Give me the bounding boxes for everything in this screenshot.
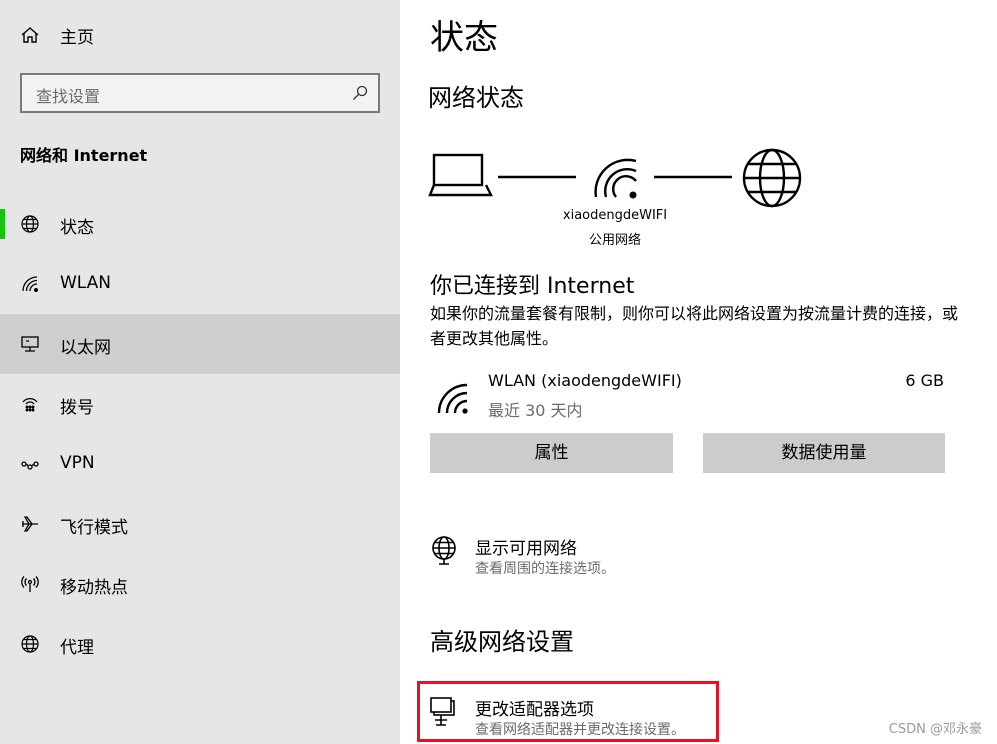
advanced-settings-heading: 高级网络设置 [430, 628, 574, 656]
watermark: CSDN @邓永豪 [888, 722, 982, 737]
connection-name: WLAN (xiaodengdeWIFI) [488, 371, 682, 390]
change-adapter-options-link[interactable]: 更改适配器选项 [475, 695, 594, 720]
internet-globe-icon [742, 148, 802, 208]
hotspot-icon [21, 576, 39, 592]
sidebar-item-label: 拨号 [60, 398, 94, 418]
sidebar-item-airplane-mode[interactable]: 飞行模式 [0, 494, 400, 554]
sidebar-item-status[interactable]: 状态 [0, 194, 400, 254]
connection-usage: 6 GB [905, 371, 944, 390]
sidebar-item-ethernet[interactable]: 以太网 [0, 314, 400, 374]
airplane-icon [22, 516, 38, 532]
ethernet-icon [21, 336, 39, 352]
sidebar-item-label: VPN [60, 453, 95, 473]
laptop-icon [428, 153, 493, 197]
sidebar-item-label: 移动热点 [60, 578, 128, 598]
active-indicator [0, 209, 5, 239]
sidebar: 主页 查找设置 网络和 Internet 状态 WLAN 以太网 拨号 VPN … [0, 0, 400, 744]
sidebar-item-proxy[interactable]: 代理 [0, 614, 400, 674]
properties-button[interactable]: 属性 [430, 433, 673, 473]
search-input[interactable]: 查找设置 [20, 73, 380, 113]
network-status-heading: 网络状态 [428, 84, 524, 112]
change-adapter-options-subtitle: 查看网络适配器并更改连接设置。 [475, 722, 685, 738]
sidebar-item-label: WLAN [60, 273, 112, 293]
home-label: 主页 [60, 28, 94, 48]
sidebar-item-dialup[interactable]: 拨号 [0, 374, 400, 434]
sidebar-item-mobile-hotspot[interactable]: 移动热点 [0, 554, 400, 614]
sidebar-section-title: 网络和 Internet [20, 146, 148, 165]
connection-period: 最近 30 天内 [488, 401, 583, 420]
wifi-icon [22, 276, 38, 292]
search-placeholder: 查找设置 [36, 87, 101, 106]
adapter-icon [430, 697, 455, 726]
sidebar-item-label: 状态 [60, 218, 94, 238]
show-networks-icon [432, 536, 456, 565]
dialup-icon [22, 398, 38, 412]
sidebar-item-wlan[interactable]: WLAN [0, 254, 400, 314]
sidebar-item-label: 代理 [60, 638, 94, 658]
home-icon [21, 27, 39, 43]
network-type: 公用网络 [588, 233, 641, 248]
sidebar-item-vpn[interactable]: VPN [0, 434, 400, 494]
globe-icon [21, 635, 39, 653]
sidebar-item-label: 以太网 [60, 338, 111, 358]
globe-icon [21, 215, 39, 233]
show-networks-subtitle: 查看周围的连接选项。 [475, 561, 615, 577]
network-ssid: xiaodengdeWIFI [562, 208, 668, 223]
connection-description: 如果你的流量套餐有限制，则你可以将此网络设置为按流量计费的连接，或者更改其他属性… [430, 304, 959, 348]
network-diagram [428, 148, 802, 208]
sidebar-item-label: 飞行模式 [60, 518, 128, 538]
page-title: 状态 [430, 18, 498, 58]
data-usage-button[interactable]: 数据使用量 [703, 433, 945, 473]
search-icon [353, 85, 368, 100]
main-content: 状态 网络状态 xiaodengdeWIFI 公用网络 你已连接到 Intern… [400, 0, 997, 744]
home-link[interactable]: 主页 [20, 22, 94, 48]
show-networks-link[interactable]: 显示可用网络 [475, 534, 577, 559]
connected-heading: 你已连接到 Internet [430, 274, 635, 299]
wifi-icon [437, 383, 468, 414]
wifi-signal-icon [594, 158, 637, 199]
vpn-icon [21, 461, 39, 470]
